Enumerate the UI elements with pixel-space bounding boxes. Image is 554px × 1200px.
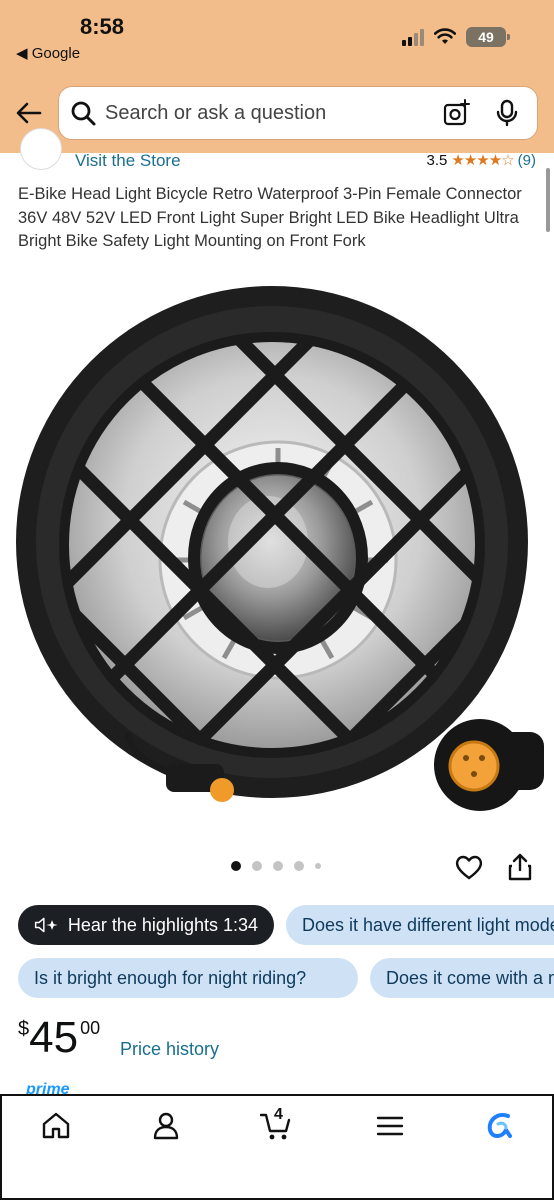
hear-highlights-label: Hear the highlights 1:34 (67, 914, 258, 935)
camera-search-icon[interactable] (443, 99, 471, 127)
star-rating-icon: ★★★★☆ (451, 152, 514, 169)
home-icon[interactable] (40, 1110, 72, 1142)
status-time: 8:58 (80, 14, 125, 39)
carousel-dot[interactable] (273, 861, 283, 871)
price: $ 45 00 (18, 1012, 100, 1064)
carousel-dot[interactable] (315, 863, 321, 869)
search-bar[interactable]: Search or ask a question (58, 86, 538, 140)
app-header: 8:58 ◀ Google 49 Search or ask a questio… (0, 0, 554, 153)
prime-logo: prime (26, 1081, 70, 1096)
store-row: Visit the Store 3.5 ★★★★☆ (9) (0, 128, 554, 172)
search-input[interactable]: Search or ask a question (105, 102, 443, 125)
wifi-icon (434, 28, 456, 44)
microphone-icon[interactable] (493, 99, 521, 127)
hear-highlights-button[interactable]: Hear the highlights 1:34 (18, 905, 274, 945)
heart-icon[interactable] (454, 852, 484, 882)
question-chip-label: Does it have different light modes? (302, 914, 554, 935)
account-icon[interactable] (150, 1110, 182, 1142)
prime-badge: prime (26, 1081, 88, 1096)
product-title: E-Bike Head Light Bicycle Retro Waterpro… (18, 185, 522, 250)
image-carousel-dots[interactable] (231, 861, 321, 871)
carousel-dot[interactable] (252, 861, 262, 871)
back-to-app-link[interactable]: ◀ Google (16, 44, 80, 62)
status-indicators: 49 (402, 27, 510, 47)
price-history-link[interactable]: Price history (120, 1039, 219, 1060)
share-icon[interactable] (506, 852, 534, 882)
cellular-signal-icon (402, 28, 424, 46)
question-chip[interactable]: Does it have different light modes? (286, 905, 554, 945)
price-currency: $ (18, 1018, 30, 1040)
menu-icon[interactable] (374, 1110, 406, 1142)
carousel-dot[interactable] (294, 861, 304, 871)
rating-count[interactable]: (9) (518, 152, 536, 169)
speaker-sparkle-icon (34, 917, 58, 933)
rating-summary[interactable]: 3.5 ★★★★☆ (9) (426, 151, 536, 170)
price-fraction: 00 (80, 1018, 101, 1038)
rating-value: 3.5 (426, 151, 448, 169)
question-chip[interactable]: Is it bright enough for night riding? (18, 958, 358, 998)
price-whole: 45 (29, 1013, 79, 1062)
question-chip-label: Is it bright enough for night riding? (34, 967, 307, 988)
visit-store-link[interactable]: Visit the Store (75, 151, 181, 171)
rufus-assistant-icon[interactable] (484, 1110, 516, 1142)
product-image[interactable] (10, 280, 544, 840)
question-chip-label: Does it come with a mounting bracket? (386, 967, 554, 988)
store-logo[interactable] (20, 128, 62, 170)
back-arrow-icon[interactable] (14, 98, 44, 128)
battery-indicator: 49 (466, 27, 510, 47)
scrollbar (546, 168, 550, 232)
cart-count-badge: 4 (274, 1106, 283, 1123)
question-chip[interactable]: Does it come with a mounting bracket? (370, 958, 554, 998)
carousel-dot[interactable] (231, 861, 241, 871)
search-icon (71, 101, 96, 126)
